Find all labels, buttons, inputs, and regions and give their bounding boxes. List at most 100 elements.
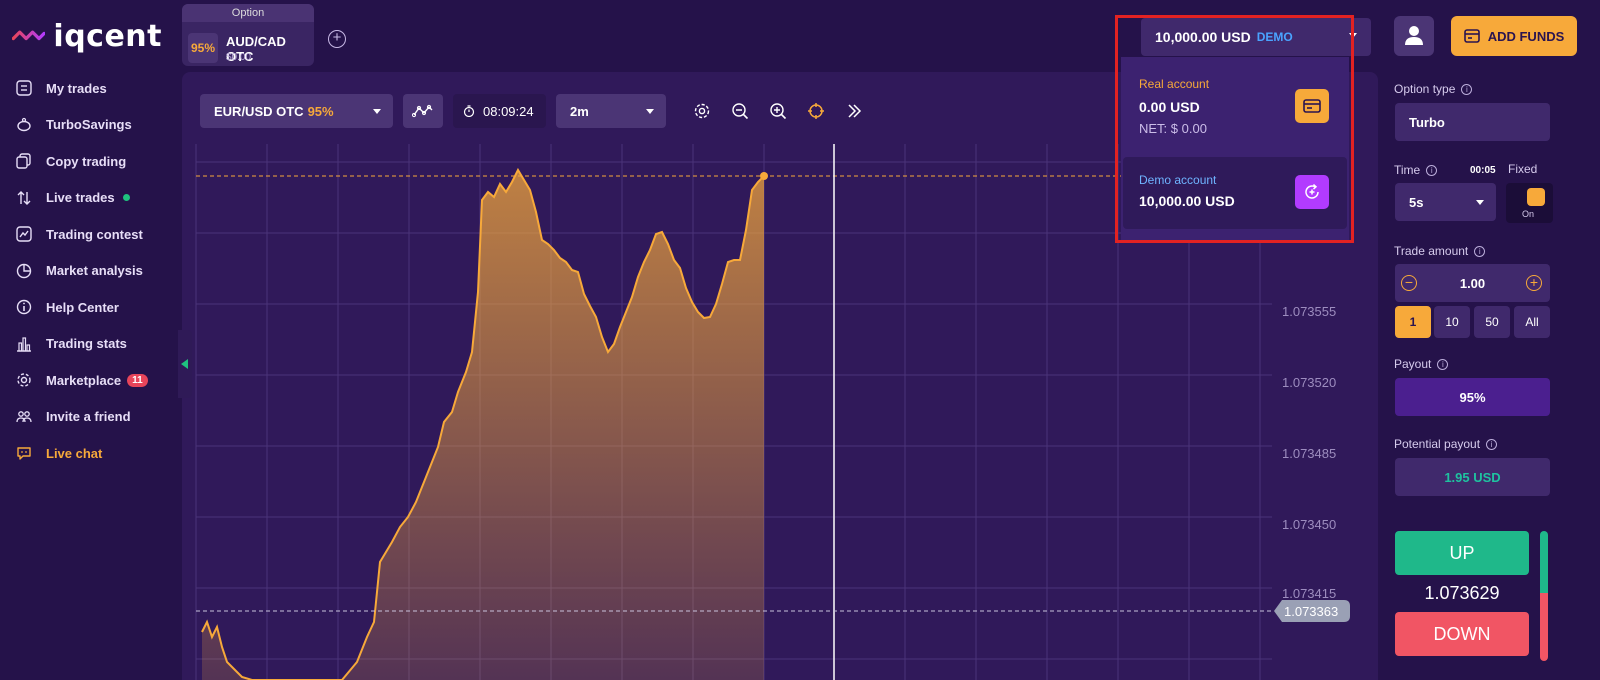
current-price-tag-text: 1.073363 (1284, 604, 1338, 619)
trade-amount-label: Trade amount i (1394, 244, 1486, 258)
sidebar-item-marketplace[interactable]: Marketplace 11 (0, 362, 180, 399)
zoom-out-icon (732, 103, 749, 120)
sidebar-item-my-trades[interactable]: My trades (0, 70, 180, 107)
quick-amount-1[interactable]: 1 (1395, 306, 1431, 338)
quick-amount-50[interactable]: 50 (1474, 306, 1510, 338)
trade-amount-value: 1.00 (1459, 275, 1486, 291)
chart-type-button[interactable] (403, 94, 443, 128)
potential-payout-label: Potential payout i (1394, 437, 1498, 451)
zoom-in-button[interactable] (766, 94, 790, 128)
info-icon[interactable]: i (1426, 164, 1438, 176)
asset-select-name: EUR/USD OTC (214, 103, 304, 119)
sidebar-item-invite-friend[interactable]: Invite a friend (0, 399, 180, 436)
add-tab-button[interactable]: + (328, 30, 346, 48)
chart-contest-icon (16, 226, 32, 242)
sidebar-item-help-center[interactable]: Help Center (0, 289, 180, 326)
sidebar-item-label: Trading contest (46, 226, 143, 242)
zoom-in-icon (770, 103, 787, 120)
option-type-select[interactable]: Turbo (1395, 103, 1550, 141)
up-button[interactable]: UP (1395, 531, 1529, 575)
brand-logo[interactable]: iqcent (12, 18, 162, 54)
time-countdown: 00:05 (1470, 165, 1496, 176)
asset-tab[interactable]: Option 95% AUD/CAD OTC $0.00 (182, 4, 314, 66)
timeframe-select[interactable]: 2m (556, 94, 666, 128)
asset-select[interactable]: EUR/USD OTC 95% (200, 94, 393, 128)
sidebar-item-trading-contest[interactable]: Trading contest (0, 216, 180, 253)
profile-button[interactable] (1394, 16, 1434, 56)
server-time: 08:09:24 (453, 94, 546, 128)
add-funds-button[interactable]: ADD FUNDS (1451, 16, 1577, 56)
zoom-out-button[interactable] (728, 94, 752, 128)
sidebar-item-label: Trading stats (46, 336, 127, 352)
bar-chart-icon (17, 337, 31, 352)
option-type-label: Option type i (1394, 82, 1473, 96)
sidebar-item-label: Help Center (46, 299, 119, 315)
toggle-state-label: On (1522, 209, 1535, 219)
increase-amount-button[interactable]: + (1526, 275, 1542, 291)
sidebar-item-trading-stats[interactable]: Trading stats (0, 326, 180, 363)
price-axis-label: 1.073555 (1282, 304, 1336, 319)
marketplace-count-badge: 11 (127, 373, 148, 387)
sidebar-item-label: TurboSavings (46, 117, 132, 133)
sidebar-item-copy-trading[interactable]: Copy trading (0, 143, 180, 180)
sidebar-item-market-analysis[interactable]: Market analysis (0, 253, 180, 290)
trade-amount-label-text: Trade amount (1394, 244, 1469, 258)
wallet-icon (1463, 29, 1480, 43)
arrows-icon (17, 190, 31, 205)
expand-tools-button[interactable] (842, 94, 866, 128)
asset-tab-payout: 95% (188, 33, 218, 63)
price-area (202, 170, 764, 680)
sentiment-up-part (1540, 531, 1548, 594)
chart-settings-button[interactable] (690, 94, 714, 128)
chevron-down-icon (373, 109, 381, 114)
payout-label-text: Payout (1394, 357, 1432, 371)
copy-icon (16, 153, 31, 169)
price-axis-label: 1.073415 (1282, 586, 1336, 601)
potential-payout-value: 1.95 USD (1444, 469, 1501, 485)
info-icon[interactable]: i (1486, 438, 1498, 450)
sidebar-collapse-toggle[interactable] (178, 330, 192, 398)
sidebar-item-live-chat[interactable]: Live chat (0, 435, 180, 472)
crosshair-button[interactable] (804, 94, 828, 128)
time-select[interactable]: 5s (1395, 183, 1496, 221)
time-label: Time i (1394, 163, 1438, 177)
server-time-value: 08:09:24 (483, 103, 534, 119)
sidebar-item-label: Market analysis (46, 263, 143, 279)
quick-amount-all[interactable]: All (1514, 306, 1550, 338)
decrease-amount-button[interactable]: − (1401, 275, 1417, 291)
toggle-knob (1527, 188, 1545, 206)
potential-payout-box: 1.95 USD (1395, 458, 1550, 496)
trader-sentiment-bar (1540, 531, 1548, 661)
sidebar-item-label: Invite a friend (46, 409, 131, 425)
chevron-left-icon (181, 359, 188, 369)
payout-value-box: 95% (1395, 378, 1550, 416)
sidebar-item-label: Live trades (46, 190, 115, 206)
option-type-value: Turbo (1409, 114, 1445, 130)
line-chart-icon (412, 104, 433, 118)
sidebar-item-turbosavings[interactable]: TurboSavings (0, 107, 180, 144)
chart-toolbar: EUR/USD OTC 95% 08:09:24 2m (200, 94, 870, 128)
chat-icon (17, 447, 31, 460)
timeframe-value: 2m (570, 103, 589, 119)
time-label-text: Time (1394, 163, 1421, 177)
sidebar-item-label: My trades (46, 80, 107, 96)
fixed-time-toggle[interactable]: On (1506, 183, 1553, 223)
sentiment-down-part (1540, 593, 1548, 661)
info-icon[interactable]: i (1474, 245, 1486, 257)
crosshair-icon (808, 103, 824, 119)
list-icon (16, 80, 32, 96)
highlight-frame (1115, 15, 1354, 243)
last-price-dot (760, 172, 768, 180)
price-axis-label: 1.073520 (1282, 375, 1336, 390)
user-icon (1405, 26, 1423, 45)
sidebar-item-label: Live chat (46, 445, 103, 461)
current-price: 1.073629 (1424, 583, 1500, 603)
info-icon[interactable]: i (1437, 358, 1449, 370)
sidebar-item-live-trades[interactable]: Live trades (0, 180, 180, 217)
add-funds-label: ADD FUNDS (1487, 28, 1565, 44)
info-icon[interactable]: i (1461, 83, 1473, 95)
price-axis-label: 1.073450 (1282, 517, 1336, 532)
settings-icon (694, 103, 710, 119)
down-button[interactable]: DOWN (1395, 612, 1529, 656)
quick-amount-10[interactable]: 10 (1434, 306, 1470, 338)
